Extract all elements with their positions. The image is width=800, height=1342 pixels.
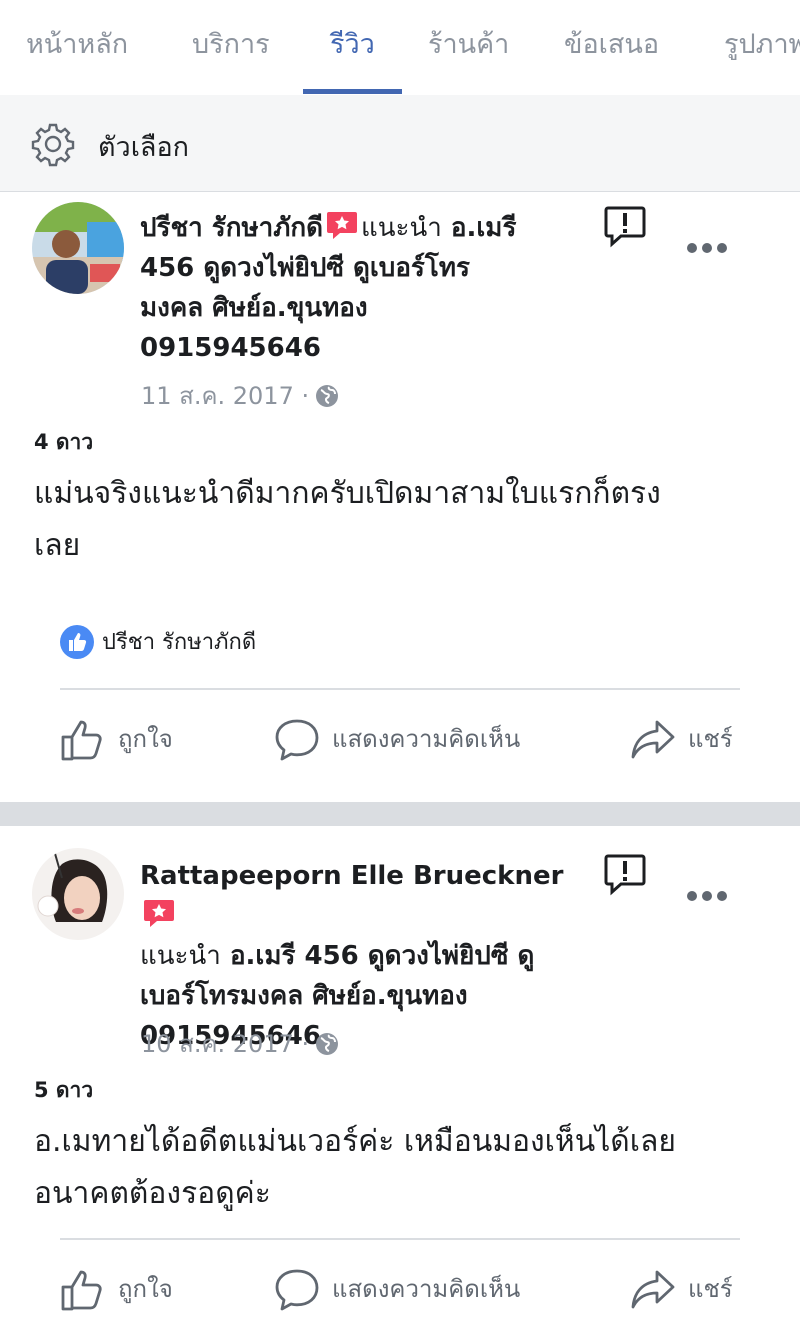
options-bar[interactable]: ตัวเลือก — [0, 95, 800, 192]
report-icon[interactable] — [603, 204, 647, 248]
review-date[interactable]: 10 ส.ค. 2017 · — [141, 1030, 309, 1058]
share-label: แชร์ — [688, 1275, 733, 1303]
review-text-line1: แม่นจริงแนะนำดีมากครับเปิดมาสามใบแรกก็ตร… — [34, 476, 661, 511]
thumbs-up-icon — [61, 720, 102, 761]
page-name-line2[interactable]: เบอร์โทรมงคล ศิษย์อ.ขุนทอง — [140, 981, 468, 1011]
reviewer-name[interactable]: ปรีชา รักษาภักดี — [140, 213, 323, 243]
share-button[interactable]: แชร์ — [630, 718, 733, 762]
review-date[interactable]: 11 ส.ค. 2017 · — [141, 382, 309, 410]
tab-photos[interactable]: รูปภาพ — [724, 22, 800, 65]
like-reaction-icon — [60, 625, 94, 659]
options-label: ตัวเลือก — [98, 132, 190, 163]
review-card: Rattapeeporn Elle Brueckner แนะนำ อ.เมรี… — [0, 826, 800, 1342]
reactions-summary[interactable]: ปรีชา รักษาภักดี — [60, 624, 256, 659]
review-text: แม่นจริงแนะนำดีมากครับเปิดมาสามใบแรกก็ตร… — [34, 468, 774, 572]
like-label: ถูกใจ — [118, 725, 173, 753]
comment-icon — [275, 719, 319, 761]
like-button[interactable]: ถูกใจ — [60, 718, 173, 762]
comment-label: แสดงความคิดเห็น — [332, 725, 521, 753]
review-meta: 10 ส.ค. 2017 · — [141, 1024, 339, 1063]
share-label: แชร์ — [688, 725, 733, 753]
share-icon — [631, 1270, 675, 1309]
page-name-line2[interactable]: 456 ดูดวงไพ่ยิปซี ดูเบอร์โทร — [140, 253, 470, 283]
page-name-line4[interactable]: 0915945646 — [140, 333, 321, 363]
globe-icon — [316, 385, 339, 407]
like-label: ถูกใจ — [118, 1275, 173, 1303]
avatar[interactable] — [32, 202, 124, 294]
review-card: ปรีชา รักษาภักดี แนะนำ อ.เมรี 456 ดูดวงไพ… — [0, 192, 800, 802]
page-name-line3[interactable]: มงคล ศิษย์อ.ขุนทอง — [140, 293, 368, 323]
star-badge-icon — [144, 900, 174, 927]
review-text-line2: อนาคตต้องรอดูค่ะ — [34, 1176, 271, 1211]
review-text-line2: เลย — [34, 528, 81, 563]
comment-label: แสดงความคิดเห็น — [332, 1275, 521, 1303]
share-icon — [631, 720, 675, 759]
like-button[interactable]: ถูกใจ — [60, 1268, 173, 1312]
review-header: ปรีชา รักษาภักดี แนะนำ อ.เมรี 456 ดูดวงไพ… — [140, 208, 590, 368]
divider — [60, 1238, 740, 1240]
gear-icon — [31, 123, 75, 167]
avatar[interactable] — [32, 848, 124, 940]
share-button[interactable]: แชร์ — [630, 1268, 733, 1312]
active-tab-indicator — [303, 89, 402, 94]
divider — [60, 688, 740, 690]
review-text-line1: อ.เมทายได้อดีตแม่นเวอร์ค่ะ เหมือนมองเห็น… — [34, 1124, 676, 1159]
liker-name: ปรีชา รักษาภักดี — [102, 630, 257, 655]
star-rating: 4 ดาว — [34, 430, 94, 454]
tab-offers[interactable]: ข้อเสนอ — [564, 22, 659, 65]
tab-reviews[interactable]: รีวิว — [330, 22, 375, 65]
tab-services[interactable]: บริการ — [192, 22, 270, 65]
review-text: อ.เมทายได้อดีตแม่นเวอร์ค่ะ เหมือนมองเห็น… — [34, 1116, 774, 1220]
tab-shop[interactable]: ร้านค้า — [428, 22, 509, 65]
star-badge-icon — [326, 212, 357, 239]
feed-separator — [0, 802, 800, 826]
page-tabs: หน้าหลัก บริการ รีวิว ร้านค้า ข้อเสนอ รู… — [0, 0, 800, 95]
tab-home[interactable]: หน้าหลัก — [26, 22, 128, 65]
comment-button[interactable]: แสดงความคิดเห็น — [274, 1268, 520, 1312]
reviewer-name[interactable]: Rattapeeporn Elle Brueckner — [140, 861, 563, 891]
page-name-line1[interactable]: อ.เมรี — [451, 213, 516, 243]
thumbs-up-icon — [61, 1270, 102, 1311]
comment-icon — [275, 1269, 319, 1311]
recommend-word: แนะนำ — [360, 213, 442, 243]
globe-icon — [316, 1033, 339, 1055]
more-options-icon[interactable] — [686, 242, 728, 254]
page-name-line1[interactable]: อ.เมรี 456 ดูดวงไพ่ยิปซี ดู — [230, 941, 534, 971]
star-rating: 5 ดาว — [34, 1078, 94, 1102]
more-options-icon[interactable] — [686, 890, 728, 902]
recommend-word: แนะนำ — [140, 941, 221, 971]
review-meta: 11 ส.ค. 2017 · — [141, 376, 339, 415]
comment-button[interactable]: แสดงความคิดเห็น — [274, 718, 520, 762]
report-icon[interactable] — [603, 852, 647, 896]
